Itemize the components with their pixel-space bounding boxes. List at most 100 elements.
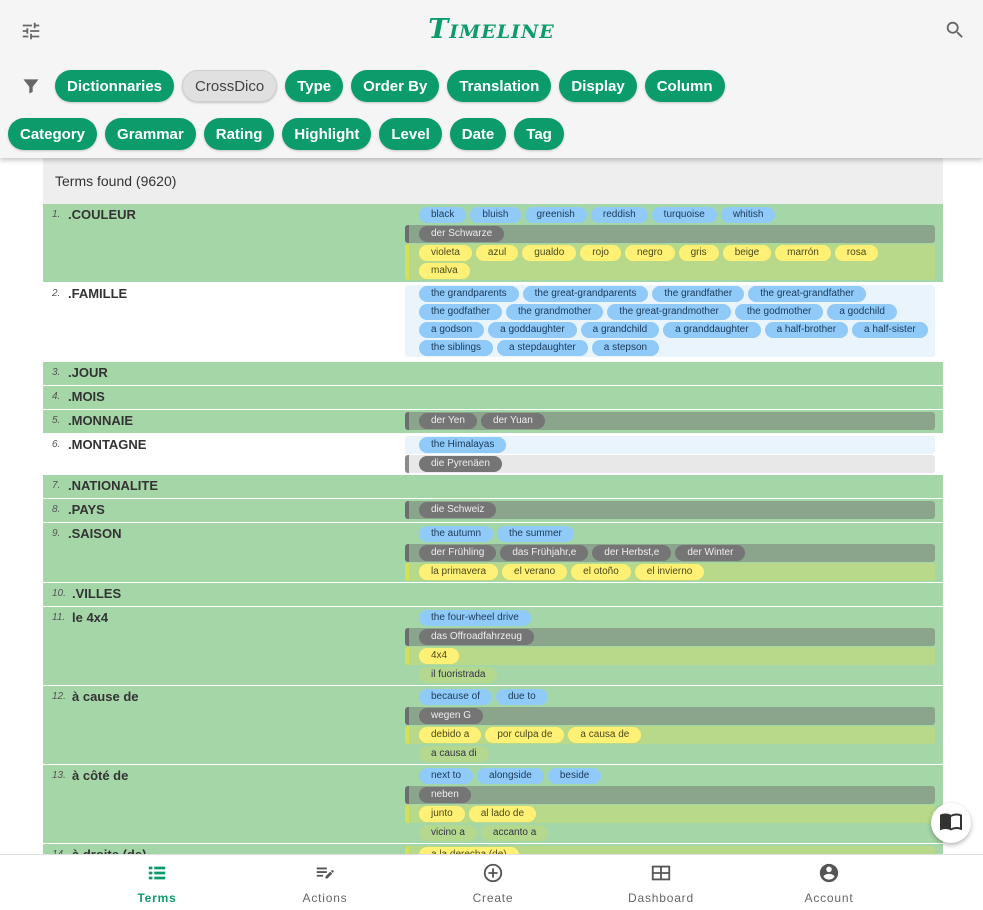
translation-tag[interactable]: bluish xyxy=(470,207,521,223)
term-label[interactable]: .FAMILLE xyxy=(68,283,127,305)
translation-tag[interactable]: der Yuan xyxy=(480,413,545,429)
filter-chip-category[interactable]: Category xyxy=(8,118,98,150)
translation-tag[interactable]: a goddaughter xyxy=(488,322,577,338)
term-row[interactable]: 14. à droite (de) a la derecha (de) xyxy=(43,844,943,854)
translation-tag[interactable]: azul xyxy=(475,245,519,261)
translation-tag[interactable]: the godfather xyxy=(419,304,502,320)
filter-chip-date[interactable]: Date xyxy=(449,118,507,150)
translation-tag[interactable]: turquoise xyxy=(651,207,717,223)
term-label[interactable]: .COULEUR xyxy=(68,204,136,226)
term-label[interactable]: .VILLES xyxy=(72,583,121,605)
term-label[interactable]: le 4x4 xyxy=(72,607,108,629)
translation-tag[interactable]: the great-grandmother xyxy=(607,304,731,320)
translation-tag[interactable]: gris xyxy=(678,245,719,261)
term-row[interactable]: 5. .MONNAIE der Yen der Yuan xyxy=(43,410,943,434)
translation-tag[interactable]: whitish xyxy=(720,207,776,223)
filter-chip-grammar[interactable]: Grammar xyxy=(105,118,196,150)
translation-tag[interactable]: the Himalayas xyxy=(419,437,507,453)
search-icon[interactable] xyxy=(943,18,967,42)
term-row[interactable]: 9. .SAISON the autumn the summer der Frühlin… xyxy=(43,523,943,583)
translation-tag[interactable]: a causa de xyxy=(568,727,642,743)
filter-chip-dictionnaries[interactable]: Dictionnaries xyxy=(55,70,175,102)
filter-chip-tag[interactable]: Tag xyxy=(514,118,564,150)
term-label[interactable]: à côté de xyxy=(72,765,128,787)
filter-chip-order-by[interactable]: Order By xyxy=(351,70,440,102)
nav-actions[interactable]: Actions xyxy=(265,855,385,910)
term-label[interactable]: .MONNAIE xyxy=(68,410,133,432)
translation-tag[interactable]: next to xyxy=(419,768,474,784)
term-row[interactable]: 6. .MONTAGNE the Himalayas die Pyrenäen xyxy=(43,434,943,475)
translation-tag[interactable]: el otoño xyxy=(571,564,631,580)
translation-tag[interactable]: a stepson xyxy=(591,340,660,356)
filter-chip-rating[interactable]: Rating xyxy=(203,118,275,150)
translation-tag[interactable]: der Winter xyxy=(675,545,746,561)
translation-tag[interactable]: the grandfather xyxy=(652,286,745,302)
term-row[interactable]: 13. à côté de next to alongside beside neben j… xyxy=(43,765,943,844)
filter-chip-display[interactable]: Display xyxy=(559,70,637,102)
translation-tag[interactable]: vicino a xyxy=(419,825,477,841)
filter-chip-translation[interactable]: Translation xyxy=(447,70,552,102)
term-label[interactable]: .MONTAGNE xyxy=(68,434,146,456)
translation-tag[interactable]: the great-grandfather xyxy=(748,286,867,302)
translation-tag[interactable]: a half-sister xyxy=(852,322,928,338)
translation-tag[interactable]: accanto a xyxy=(480,825,549,841)
translation-tag[interactable]: la primavera xyxy=(419,564,499,580)
translation-tag[interactable]: violeta xyxy=(419,245,472,261)
translation-tag[interactable]: gualdo xyxy=(522,245,577,261)
filter-chip-type[interactable]: Type xyxy=(285,70,344,102)
translation-tag[interactable]: beside xyxy=(547,768,602,784)
translation-tag[interactable]: neben xyxy=(419,787,471,803)
term-row[interactable]: 2. .FAMILLE the grandparents the great-gran… xyxy=(43,283,943,362)
translation-tag[interactable]: marrón xyxy=(775,245,831,261)
translation-tag[interactable]: el verano xyxy=(502,564,568,580)
translation-tag[interactable]: el invierno xyxy=(634,564,705,580)
translation-tag[interactable]: reddish xyxy=(590,207,648,223)
term-label[interactable]: .MOIS xyxy=(68,386,105,408)
translation-tag[interactable]: rosa xyxy=(834,245,879,261)
term-row[interactable]: 11. le 4x4 the four-wheel drive das Offroad… xyxy=(43,607,943,686)
translation-tag[interactable]: the great-grandparents xyxy=(522,286,649,302)
term-label[interactable]: .PAYS xyxy=(68,499,105,521)
term-label[interactable]: .NATIONALITE xyxy=(68,475,158,497)
filter-chip-highlight[interactable]: Highlight xyxy=(282,118,372,150)
translation-tag[interactable]: the godmother xyxy=(734,304,824,320)
translation-tag[interactable]: the autumn xyxy=(419,526,494,542)
translation-tag[interactable]: das Offroadfahrzeug xyxy=(419,629,534,645)
translation-tag[interactable]: beige xyxy=(722,245,772,261)
translation-tag[interactable]: a godchild xyxy=(827,304,897,320)
translation-tag[interactable]: the four-wheel drive xyxy=(419,610,531,626)
translation-tag[interactable]: rojo xyxy=(580,245,621,261)
translation-tag[interactable]: der Herbst,e xyxy=(592,545,672,561)
term-row[interactable]: 1. .COULEUR black bluish greenish reddish turq… xyxy=(43,204,943,283)
translation-tag[interactable]: por culpa de xyxy=(485,727,565,743)
translation-tag[interactable]: greenish xyxy=(524,207,587,223)
term-row[interactable]: 3. .JOUR xyxy=(43,362,943,386)
translation-tag[interactable]: alongside xyxy=(477,768,544,784)
terms-list[interactable]: Terms found (9620) 1. .COULEUR black bluish… xyxy=(43,158,943,854)
filter-chip-level[interactable]: Level xyxy=(379,118,442,150)
translation-tag[interactable]: junto xyxy=(419,806,465,822)
filter-icon[interactable] xyxy=(19,74,43,98)
translation-tag[interactable]: das Frühjahr,e xyxy=(500,545,589,561)
term-row[interactable]: 12. à cause de because of due to wegen G debi… xyxy=(43,686,943,765)
translation-tag[interactable]: the siblings xyxy=(419,340,494,356)
filter-chip-column[interactable]: Column xyxy=(644,70,725,102)
translation-tag[interactable]: due to xyxy=(495,689,548,705)
translation-tag[interactable]: al lado de xyxy=(468,806,537,822)
translation-tag[interactable]: a granddaughter xyxy=(663,322,761,338)
translation-tag[interactable]: a half-brother xyxy=(764,322,849,338)
term-row[interactable]: 4. .MOIS xyxy=(43,386,943,410)
nav-dashboard[interactable]: Dashboard xyxy=(601,855,721,910)
term-label[interactable]: à droite (de) xyxy=(72,844,146,854)
translation-tag[interactable]: the grandmother xyxy=(505,304,604,320)
filter-chip-crossdico[interactable]: CrossDico xyxy=(182,70,278,102)
nav-create[interactable]: Create xyxy=(433,855,553,910)
translation-tag[interactable]: malva xyxy=(419,263,470,279)
term-row[interactable]: 8. .PAYS die Schweiz xyxy=(43,499,943,523)
dictionary-book-button[interactable] xyxy=(931,803,971,843)
translation-tag[interactable]: wegen G xyxy=(419,708,484,724)
translation-tag[interactable]: a stepdaughter xyxy=(497,340,588,356)
translation-tag[interactable]: der Frühling xyxy=(419,545,497,561)
term-label[interactable]: .SAISON xyxy=(68,523,121,545)
term-label[interactable]: .JOUR xyxy=(68,362,108,384)
